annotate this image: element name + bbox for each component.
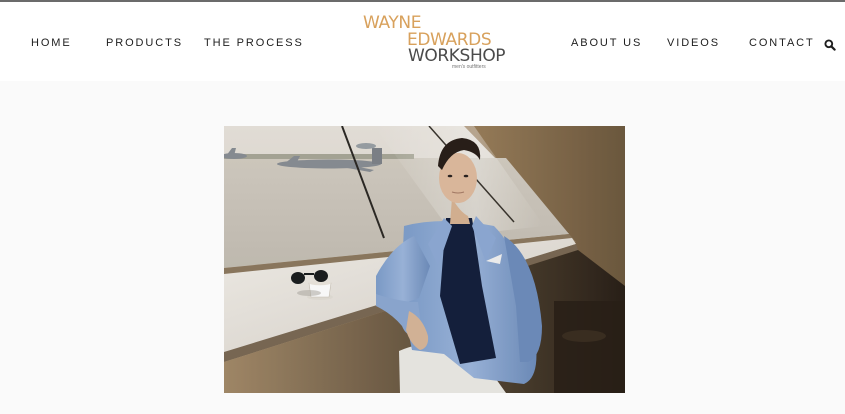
site-logo[interactable]: WAYNE EDWARDS WORKSHOP men's outfitters [362, 14, 506, 74]
nav-products[interactable]: PRODUCTS [106, 37, 183, 49]
hero-image [224, 126, 625, 393]
logo-line-3: WORKSHOP [408, 46, 506, 66]
nav-home[interactable]: HOME [31, 37, 72, 49]
nav-the-process[interactable]: THE PROCESS [204, 37, 304, 49]
logo-tagline: men's outfitters [452, 64, 486, 70]
nav-about-us[interactable]: ABOUT US [571, 37, 642, 49]
search-icon[interactable] [824, 38, 836, 51]
nav-videos[interactable]: VIDEOS [667, 37, 720, 49]
nav-contact[interactable]: CONTACT [749, 37, 815, 49]
site-header: HOME PRODUCTS THE PROCESS WAYNE EDWARDS … [0, 2, 845, 81]
